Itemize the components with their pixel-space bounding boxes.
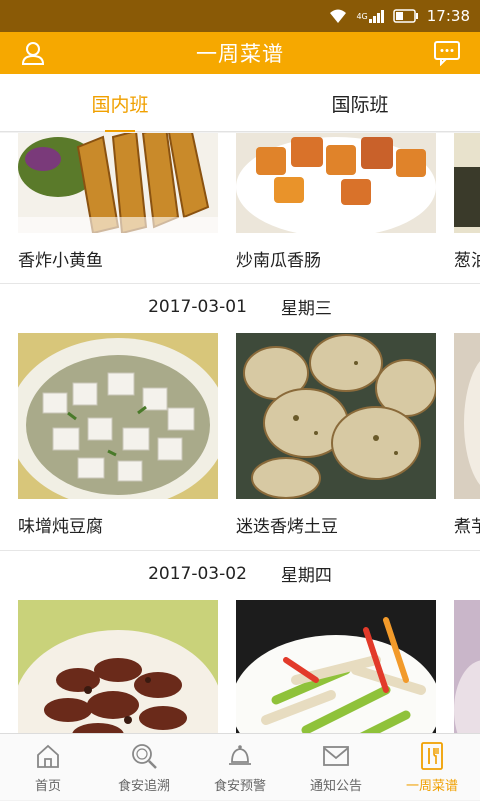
dish-card[interactable] [18, 600, 218, 733]
tab-international[interactable]: 国际班 [240, 74, 480, 132]
menu-list[interactable]: 香炸小黄鱼 炒南瓜香肠 葱油 2017-03-01 星期三 味增炖豆腐 迷迭香烤… [0, 133, 480, 733]
dish-image-braised-eggplant [18, 600, 218, 733]
tab-domestic[interactable]: 国内班 [0, 74, 240, 132]
dish-image-fried-fish [18, 133, 218, 233]
date-header: 2017-03-01 星期三 [0, 283, 480, 329]
dish-card[interactable]: 味增炖豆腐 [18, 333, 218, 549]
bell-icon [225, 741, 255, 771]
date-text: 2017-03-01 [148, 296, 247, 317]
nav-notice[interactable]: 通知公告 [288, 734, 384, 801]
date-header: 2017-03-02 星期四 [0, 550, 480, 596]
menu-fork-icon [417, 741, 447, 771]
dish-card[interactable]: 葱油 [454, 133, 480, 283]
dish-image-partial [454, 333, 480, 499]
nav-weekly-menu[interactable]: 一周菜谱 [384, 734, 480, 801]
dish-image-partial [454, 133, 480, 233]
home-icon [33, 741, 63, 771]
message-icon[interactable] [432, 38, 462, 68]
dish-card[interactable] [454, 600, 480, 733]
mail-icon [321, 741, 351, 771]
battery-icon [393, 9, 419, 23]
dish-image-roast-potato [236, 333, 436, 499]
weekday-text: 星期四 [280, 566, 332, 586]
dish-name: 香炸小黄鱼 [18, 250, 103, 271]
dish-name: 迷迭香烤土豆 [236, 516, 338, 537]
user-icon[interactable] [18, 38, 48, 68]
weekday-text: 星期三 [280, 299, 332, 319]
tab-bar: 国内班 国际班 [0, 74, 480, 132]
dish-name: 炒南瓜香肠 [236, 250, 321, 271]
wifi-icon [328, 8, 348, 24]
nav-label: 通知公告 [309, 779, 362, 794]
status-time: 17:38 [426, 7, 470, 25]
nav-label: 食安追溯 [117, 779, 170, 794]
dish-name: 葱油 [454, 250, 480, 271]
bottom-nav: 首页 食安追溯 食安预警 通知公告 一周菜谱 [0, 733, 480, 800]
nav-home[interactable]: 首页 [0, 734, 96, 801]
dish-image-celery-tofu [236, 600, 436, 733]
app-header: 一周菜谱 [0, 32, 480, 74]
status-bar: 4G 17:38 [0, 0, 480, 32]
dish-image-partial [454, 600, 480, 733]
dish-card[interactable]: 炒南瓜香肠 [236, 133, 436, 283]
date-text: 2017-03-02 [148, 563, 247, 584]
signal-icon: 4G [356, 9, 384, 23]
nav-label: 首页 [34, 779, 61, 794]
dish-image-pumpkin-sausage [236, 133, 436, 233]
nav-warning[interactable]: 食安预警 [192, 734, 288, 801]
search-icon [129, 741, 159, 771]
dish-name: 煮芋 [454, 516, 480, 537]
dish-card[interactable] [236, 600, 436, 733]
network-type: 4G [356, 11, 368, 21]
nav-trace[interactable]: 食安追溯 [96, 734, 192, 801]
page-title: 一周菜谱 [196, 42, 284, 66]
nav-label: 食安预警 [213, 779, 266, 794]
dish-card[interactable]: 迷迭香烤土豆 [236, 333, 436, 549]
dish-image-miso-tofu [18, 333, 218, 499]
nav-label: 一周菜谱 [405, 779, 458, 794]
dish-card[interactable]: 煮芋 [454, 333, 480, 549]
dish-name: 味增炖豆腐 [18, 516, 103, 537]
dish-card[interactable]: 香炸小黄鱼 [18, 133, 218, 283]
